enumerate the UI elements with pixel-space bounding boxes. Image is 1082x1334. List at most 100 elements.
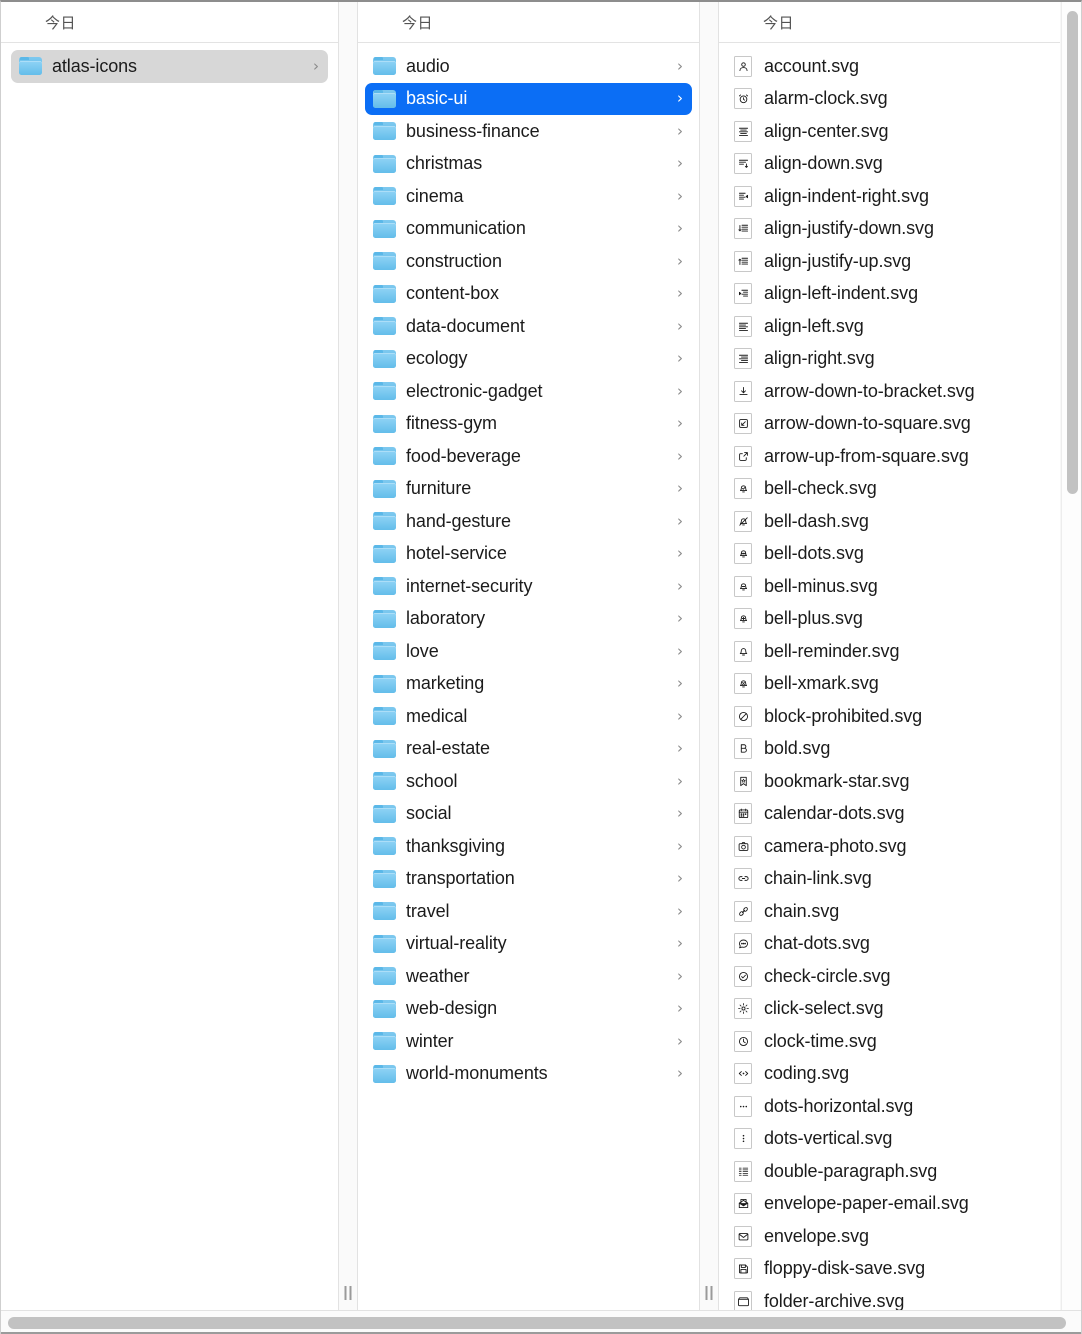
folder-row[interactable]: construction › (365, 245, 692, 278)
file-row[interactable]: block-prohibited.svg (726, 700, 1053, 733)
file-row[interactable]: align-left.svg (726, 310, 1053, 343)
file-row[interactable]: arrow-down-to-bracket.svg (726, 375, 1053, 408)
file-row[interactable]: bell-plus.svg (726, 603, 1053, 636)
folder-row[interactable]: christmas › (365, 148, 692, 181)
folder-row[interactable]: internet-security › (365, 570, 692, 603)
file-row[interactable]: click-select.svg (726, 993, 1053, 1026)
folder-row[interactable]: world-monuments › (365, 1058, 692, 1091)
folder-row[interactable]: hotel-service › (365, 538, 692, 571)
column-2-list[interactable]: audio › basic-ui › business-finance › christma… (358, 43, 699, 1312)
file-row[interactable]: chain-link.svg (726, 863, 1053, 896)
file-row[interactable]: coding.svg (726, 1058, 1053, 1091)
file-row[interactable]: bell-minus.svg (726, 570, 1053, 603)
file-row[interactable]: align-center.svg (726, 115, 1053, 148)
folder-name: basic-ui (406, 88, 468, 109)
align-center-icon (734, 120, 752, 142)
folder-row[interactable]: electronic-gadget › (365, 375, 692, 408)
folder-row[interactable]: laboratory › (365, 603, 692, 636)
folder-row[interactable]: data-document › (365, 310, 692, 343)
file-row[interactable]: bell-reminder.svg (726, 635, 1053, 668)
file-row[interactable]: arrow-up-from-square.svg (726, 440, 1053, 473)
folder-row[interactable]: weather › (365, 960, 692, 993)
file-name: camera-photo.svg (764, 835, 907, 856)
file-row[interactable]: bell-xmark.svg (726, 668, 1053, 701)
folder-row[interactable]: content-box › (365, 278, 692, 311)
horizontal-scrollbar-thumb[interactable] (8, 1317, 1066, 1329)
file-row[interactable]: dots-vertical.svg (726, 1123, 1053, 1156)
file-row[interactable]: floppy-disk-save.svg (726, 1253, 1053, 1286)
file-row[interactable]: dots-horizontal.svg (726, 1090, 1053, 1123)
file-row[interactable]: align-left-indent.svg (726, 278, 1053, 311)
column-divider-1[interactable] (338, 2, 358, 1312)
file-row[interactable]: envelope-paper-email.svg (726, 1188, 1053, 1221)
folder-row[interactable]: fitness-gym › (365, 408, 692, 441)
file-row[interactable]: folder-archive.svg (726, 1285, 1053, 1312)
file-row[interactable]: align-justify-up.svg (726, 245, 1053, 278)
file-name: bookmark-star.svg (764, 770, 910, 791)
folder-name: thanksgiving (406, 835, 505, 856)
file-row[interactable]: align-right.svg (726, 343, 1053, 376)
file-name: coding.svg (764, 1063, 850, 1084)
folder-name: atlas-icons (52, 55, 137, 76)
column-3-list[interactable]: account.svg alarm-clock.svg align-center.s… (719, 43, 1060, 1312)
file-row[interactable]: account.svg (726, 50, 1053, 83)
file-row[interactable]: bold.svg (726, 733, 1053, 766)
file-row[interactable]: chain.svg (726, 895, 1053, 928)
file-row[interactable]: align-indent-right.svg (726, 180, 1053, 213)
file-row[interactable]: check-circle.svg (726, 960, 1053, 993)
folder-row[interactable]: audio › (365, 50, 692, 83)
folder-row[interactable]: communication › (365, 213, 692, 246)
folder-row[interactable]: atlas-icons › (11, 50, 328, 83)
folder-row[interactable]: transportation › (365, 863, 692, 896)
column-divider-2[interactable] (699, 2, 719, 1312)
vertical-scrollbar[interactable] (1061, 2, 1081, 1312)
folder-row[interactable]: real-estate › (365, 733, 692, 766)
folder-row[interactable]: furniture › (365, 473, 692, 506)
file-name: bell-minus.svg (764, 575, 878, 596)
horizontal-scrollbar[interactable] (1, 1310, 1081, 1334)
file-row[interactable]: align-down.svg (726, 148, 1053, 181)
folder-icon (373, 902, 396, 921)
file-row[interactable]: align-justify-down.svg (726, 213, 1053, 246)
file-row[interactable]: bell-dash.svg (726, 505, 1053, 538)
folder-icon (373, 1064, 396, 1083)
folder-row[interactable]: social › (365, 798, 692, 831)
folder-row[interactable]: school › (365, 765, 692, 798)
folder-row[interactable]: cinema › (365, 180, 692, 213)
vertical-scrollbar-thumb[interactable] (1067, 11, 1078, 494)
folder-row[interactable]: web-design › (365, 993, 692, 1026)
file-row[interactable]: alarm-clock.svg (726, 83, 1053, 116)
folder-row[interactable]: love › (365, 635, 692, 668)
column-2-header: 今日 (358, 2, 699, 43)
file-row[interactable]: camera-photo.svg (726, 830, 1053, 863)
file-row[interactable]: bell-check.svg (726, 473, 1053, 506)
folder-row[interactable]: marketing › (365, 668, 692, 701)
file-row[interactable]: bell-dots.svg (726, 538, 1053, 571)
folder-row[interactable]: medical › (365, 700, 692, 733)
folder-name: real-estate (406, 738, 490, 759)
file-row[interactable]: calendar-dots.svg (726, 798, 1053, 831)
folder-row[interactable]: ecology › (365, 343, 692, 376)
folder-row[interactable]: business-finance › (365, 115, 692, 148)
envelope-paper-email-icon (734, 1193, 752, 1215)
file-row[interactable]: envelope.svg (726, 1220, 1053, 1253)
file-row[interactable]: chat-dots.svg (726, 928, 1053, 961)
folder-row[interactable]: basic-ui › (365, 82, 692, 115)
folder-row[interactable]: winter › (365, 1025, 692, 1058)
folder-row[interactable]: food-beverage › (365, 440, 692, 473)
file-name: align-right.svg (764, 348, 875, 369)
align-justify-down-icon (734, 218, 752, 240)
folder-row[interactable]: virtual-reality › (365, 928, 692, 961)
file-row[interactable]: arrow-down-to-square.svg (726, 408, 1053, 441)
chevron-right-icon: › (677, 511, 683, 530)
folder-row[interactable]: travel › (365, 895, 692, 928)
file-row[interactable]: bookmark-star.svg (726, 765, 1053, 798)
dots-horizontal-icon (734, 1095, 752, 1117)
column-resize-grip-2[interactable] (705, 1286, 713, 1300)
folder-row[interactable]: hand-gesture › (365, 505, 692, 538)
column-resize-grip-1[interactable] (344, 1286, 352, 1300)
column-1-list[interactable]: atlas-icons › (1, 43, 338, 1312)
folder-row[interactable]: thanksgiving › (365, 830, 692, 863)
file-row[interactable]: clock-time.svg (726, 1025, 1053, 1058)
file-row[interactable]: double-paragraph.svg (726, 1155, 1053, 1188)
